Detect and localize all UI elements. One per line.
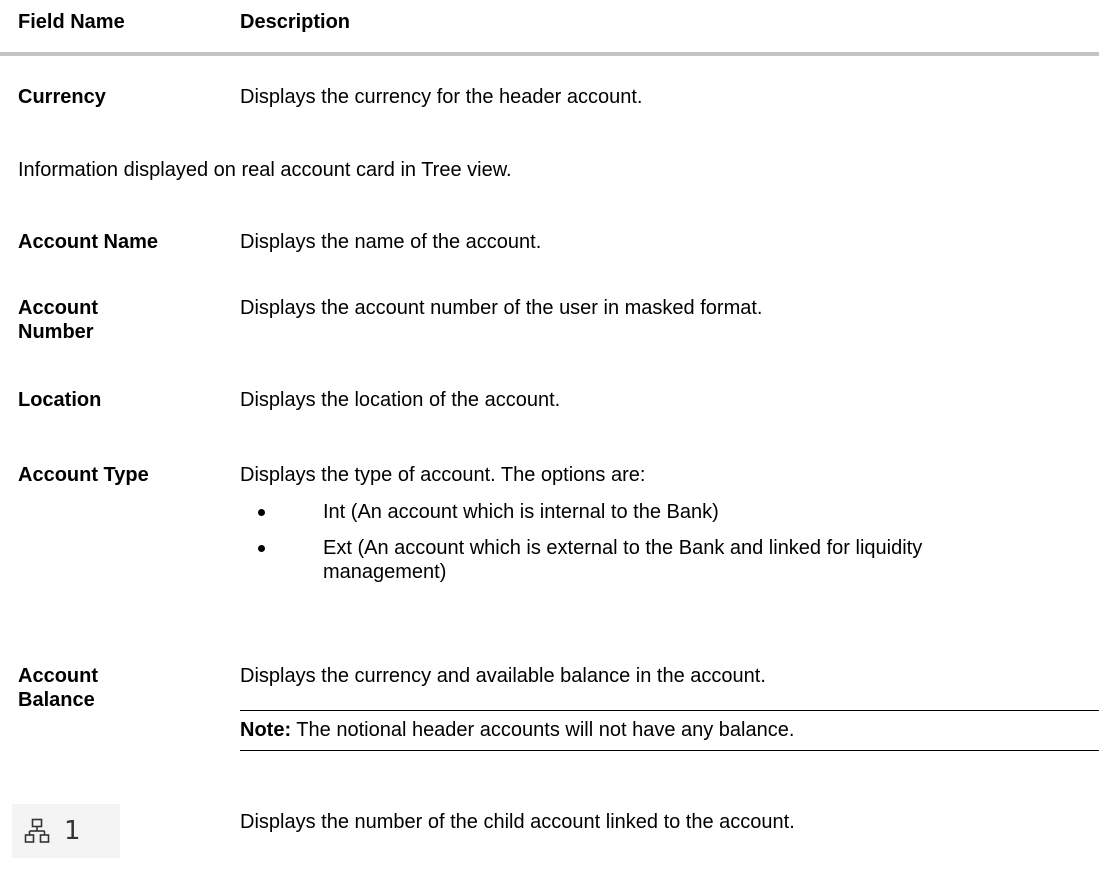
column-header-description: Description <box>240 11 351 33</box>
field-label-location: Location <box>18 389 102 411</box>
field-desc-child-accounts: Displays the number of the child account… <box>240 811 795 833</box>
table-row-location: Location Displays the location of the ac… <box>18 388 1088 416</box>
account-type-options: Int (An account which is internal to the… <box>240 500 1090 596</box>
table-row-account-number: Account Number Displays the account numb… <box>18 296 1088 350</box>
note-box: Note: The notional header accounts will … <box>240 710 1099 751</box>
field-desc-account-balance: Displays the currency and available bala… <box>240 665 766 687</box>
header-divider <box>0 52 1099 56</box>
hierarchy-icon <box>24 818 50 843</box>
field-desc-account-number: Displays the account number of the user … <box>240 297 763 319</box>
account-type-option-ext: Ext (An account which is external to the… <box>323 537 923 583</box>
list-item: Int (An account which is internal to the… <box>240 500 1090 524</box>
note-text: The notional header accounts will not ha… <box>291 719 795 741</box>
list-item: Ext (An account which is external to the… <box>240 536 1043 584</box>
field-label-account-name: Account Name <box>18 231 159 253</box>
field-label-account-number-line2: Number <box>18 321 94 343</box>
field-label-account-type: Account Type <box>18 464 149 486</box>
note-label: Note: <box>240 719 292 741</box>
field-label-currency: Currency <box>18 86 106 108</box>
section-intro-text: Information displayed on real account ca… <box>18 159 512 181</box>
child-account-indicator: 1 <box>12 804 120 858</box>
field-label-account-number: Account Number <box>18 296 218 344</box>
field-label-account-balance: Account Balance <box>18 664 218 712</box>
field-desc-account-name: Displays the name of the account. <box>240 231 542 253</box>
field-label-account-balance-line2: Balance <box>18 689 95 711</box>
bullet-icon <box>258 545 265 552</box>
table-row-account-type: Account Type Displays the type of accoun… <box>18 463 1088 653</box>
bullet-icon <box>258 509 265 516</box>
field-desc-currency: Displays the currency for the header acc… <box>240 86 643 108</box>
account-type-option-int: Int (An account which is internal to the… <box>323 501 719 523</box>
field-desc-location: Displays the location of the account. <box>240 389 561 411</box>
field-label-account-balance-line1: Account <box>18 665 98 687</box>
field-desc-account-type: Displays the type of account. The option… <box>240 464 646 486</box>
table-row-currency: Currency Displays the currency for the h… <box>18 85 1088 113</box>
field-label-account-number-line1: Account <box>18 297 98 319</box>
column-header-field-name: Field Name <box>18 11 125 33</box>
table-header: Field Name Description <box>18 10 1099 38</box>
table-row-account-name: Account Name Displays the name of the ac… <box>18 230 1088 258</box>
child-account-count: 1 <box>64 816 81 846</box>
